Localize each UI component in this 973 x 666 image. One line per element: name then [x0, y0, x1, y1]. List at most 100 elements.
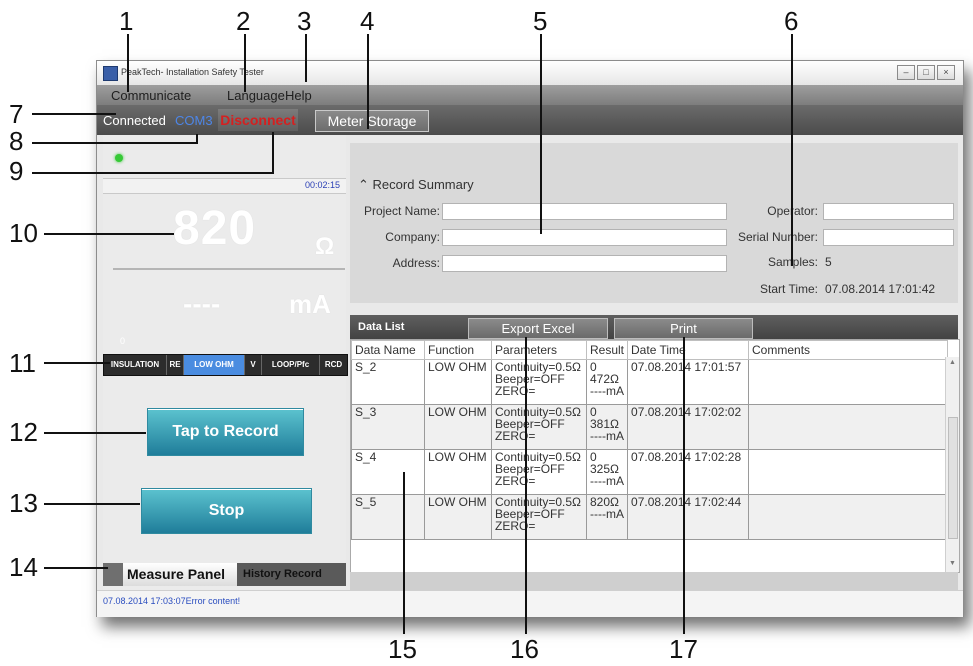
data-list-table: Data Name Function Parameters Result Dat…	[350, 339, 960, 573]
operator-field[interactable]	[823, 203, 954, 220]
secondary-reading: ----	[183, 288, 221, 319]
cell-parameters-line: ZERO=	[495, 429, 536, 443]
callout-line-10	[44, 233, 174, 235]
samples-label: Samples:	[730, 255, 818, 269]
tab-history-record[interactable]: History Record	[243, 563, 343, 586]
cell-data-name: S_5	[351, 494, 425, 540]
callout-13: 13	[9, 488, 38, 518]
minimize-icon[interactable]: –	[897, 65, 915, 80]
project-name-label: Project Name:	[363, 204, 440, 218]
callout-17: 17	[669, 634, 698, 664]
tap-to-record-button[interactable]: Tap to Record	[147, 408, 304, 456]
record-summary-toggle[interactable]: ⌃ Record Summary	[358, 177, 474, 193]
serial-number-field[interactable]	[823, 229, 954, 246]
cell-function: LOW OHM	[424, 449, 492, 495]
mode-tab-insulation[interactable]: INSULATION	[104, 355, 167, 375]
app-window: PeakTech- Installation Safety Tester – □…	[96, 60, 964, 617]
table-header-row: Data Name Function Parameters Result Dat…	[351, 340, 949, 360]
zero-marker: 0	[120, 336, 126, 346]
address-label: Address:	[392, 256, 440, 270]
callout-line-14	[44, 567, 108, 569]
samples-value: 5	[825, 255, 832, 269]
vertical-scrollbar[interactable]: ▲ ▼	[945, 357, 959, 572]
reading-divider	[113, 268, 345, 270]
mode-tab-re[interactable]: RE	[167, 355, 184, 375]
close-icon[interactable]: ×	[937, 65, 955, 80]
print-button[interactable]: Print	[614, 318, 753, 339]
column-header[interactable]: Parameters	[491, 340, 587, 360]
connection-bar: Connected COM3 Disconnect Meter Storage	[97, 105, 963, 135]
callout-3: 3	[297, 6, 312, 36]
elapsed-timer: 00:02:15	[304, 180, 340, 190]
callout-2: 2	[236, 6, 251, 36]
callout-line-11	[44, 362, 110, 364]
menu-bar: Communicate Language Help	[97, 85, 963, 105]
address-field[interactable]	[442, 255, 727, 272]
table-row[interactable]: S_5 LOW OHM Continuity=0.5Ω Beeper=OFF ZERO=…	[351, 494, 949, 540]
menu-help[interactable]: Help	[285, 88, 312, 103]
stop-button[interactable]: Stop	[141, 488, 312, 534]
cell-result: 0 381Ω ----mA	[585, 404, 629, 450]
project-name-field[interactable]	[442, 203, 727, 220]
table-row[interactable]: S_2 LOW OHM Continuity=0.5Ω Beeper=OFF ZERO=…	[351, 359, 949, 405]
restore-icon[interactable]: □	[917, 65, 935, 80]
window-title: PeakTech- Installation Safety Tester	[121, 67, 264, 77]
mode-tab-loop[interactable]: LOOP/Pfc	[262, 355, 320, 375]
callout-line-5	[540, 34, 542, 234]
callout-16: 16	[510, 634, 539, 664]
menu-communicate[interactable]: Communicate	[111, 88, 191, 103]
column-header[interactable]: Function	[424, 340, 492, 360]
callout-line-12	[44, 432, 146, 434]
callout-line-2	[244, 34, 246, 92]
callout-4: 4	[360, 6, 375, 36]
callout-line-8	[32, 142, 198, 144]
cell-data-name: S_3	[351, 404, 425, 450]
record-summary: ⌃ Record Summary Project Name: Company: …	[350, 143, 958, 303]
cell-result-line: ----mA	[590, 474, 624, 488]
callout-line-15	[403, 472, 405, 634]
meter-storage-button[interactable]: Meter Storage	[315, 110, 429, 132]
cell-function: LOW OHM	[424, 359, 492, 405]
mode-tab-v[interactable]: V	[245, 355, 262, 375]
cell-parameters-line: ZERO=	[495, 384, 536, 398]
column-header[interactable]: Comments	[748, 340, 949, 360]
disconnect-button[interactable]: Disconnect	[218, 109, 298, 131]
cell-result-line: ----mA	[590, 384, 624, 398]
serial-number-label: Serial Number:	[737, 230, 818, 244]
table-footer-space	[350, 572, 958, 590]
table-row[interactable]: S_4 LOW OHM Continuity=0.5Ω Beeper=OFF ZERO=…	[351, 449, 949, 495]
cell-parameters-line: ZERO=	[495, 474, 536, 488]
secondary-unit: mA	[289, 289, 331, 319]
callout-line-4	[367, 34, 369, 129]
cell-data-name: S_2	[351, 359, 425, 405]
column-header[interactable]: Data Name	[351, 340, 425, 360]
collapse-icon: ⌃	[358, 177, 369, 192]
cell-data-name: S_4	[351, 449, 425, 495]
callout-line-1	[127, 34, 129, 92]
scroll-thumb[interactable]	[948, 417, 958, 539]
column-header[interactable]: Date Time	[627, 340, 750, 360]
scroll-down-icon[interactable]: ▼	[949, 560, 956, 567]
callout-11: 11	[9, 348, 36, 378]
callout-15: 15	[388, 634, 417, 664]
tab-measure-panel[interactable]: Measure Panel	[103, 563, 237, 586]
callout-line-9	[32, 172, 274, 174]
menu-language[interactable]: Language	[227, 88, 285, 103]
callout-1: 1	[119, 6, 134, 36]
cell-result-line: ----mA	[590, 429, 624, 443]
export-excel-button[interactable]: Export Excel	[468, 318, 608, 339]
table-row[interactable]: S_3 LOW OHM Continuity=0.5Ω Beeper=OFF ZERO=…	[351, 404, 949, 450]
data-grid: Data Name Function Parameters Result Dat…	[351, 340, 949, 540]
data-list-label: Data List	[358, 321, 405, 333]
cell-comments	[748, 359, 949, 405]
mode-tab-rcd[interactable]: RCD	[320, 355, 347, 375]
com-port-label: COM3	[175, 113, 213, 128]
cell-date-time: 07.08.2014 17:02:28	[627, 449, 750, 495]
mode-tab-low-ohm[interactable]: LOW OHM	[184, 355, 245, 375]
start-time-label: Start Time:	[759, 282, 818, 296]
column-header[interactable]: Result	[585, 340, 629, 360]
cell-result-line: ----mA	[590, 507, 624, 521]
cell-parameters: Continuity=0.5Ω Beeper=OFF ZERO=	[491, 494, 587, 540]
company-field[interactable]	[442, 229, 727, 246]
scroll-up-icon[interactable]: ▲	[949, 359, 956, 366]
